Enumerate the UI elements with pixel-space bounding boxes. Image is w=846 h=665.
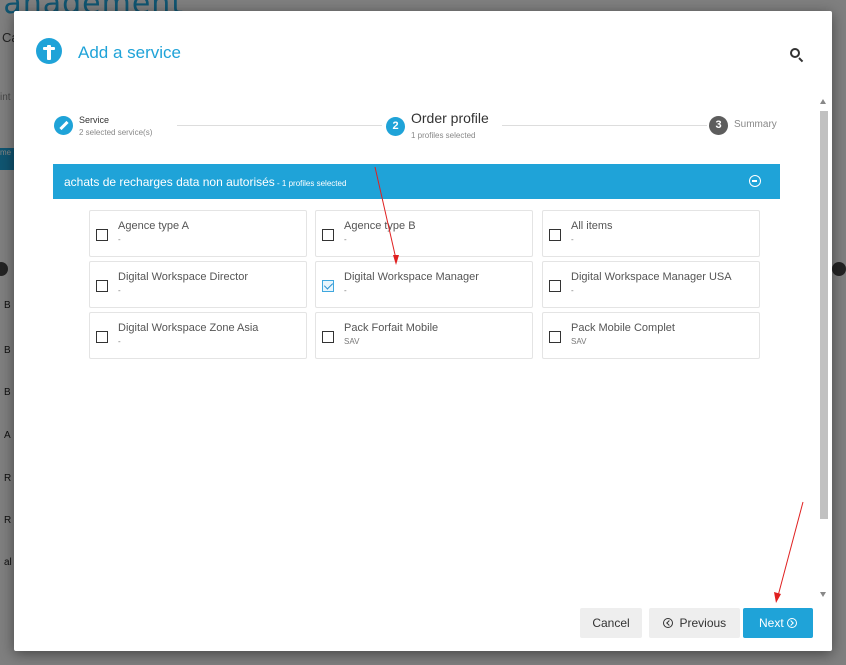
profile-group-header[interactable]: achats de recharges data non autorisés -… [53, 164, 780, 199]
stepper-connector [177, 125, 382, 126]
profile-subtitle: - [571, 286, 574, 295]
step-title: Summary [734, 119, 777, 130]
stepper-connector [502, 125, 707, 126]
step-number: 3 [709, 116, 728, 135]
add-service-modal: Add a service Service 2 selected service… [14, 11, 832, 651]
step-number: 2 [386, 117, 405, 136]
group-selected-count: - 1 profiles selected [274, 179, 347, 188]
app-logo-icon [36, 38, 62, 64]
profile-checkbox[interactable] [322, 331, 334, 343]
profile-name: Digital Workspace Manager USA [571, 271, 732, 283]
profile-name: Agence type B [344, 220, 416, 232]
next-circle-icon [787, 618, 798, 628]
profile-checkbox[interactable] [96, 331, 108, 343]
previous-label: Previous [679, 616, 727, 630]
step-done-icon [54, 116, 73, 135]
profile-subtitle: SAV [571, 337, 587, 346]
cancel-label: Cancel [592, 616, 630, 630]
profile-name: Pack Mobile Complet [571, 322, 675, 334]
profile-name: Digital Workspace Director [118, 271, 249, 283]
profile-name: Pack Forfait Mobile [344, 322, 439, 334]
profile-card[interactable]: Digital Workspace Director - [89, 261, 307, 308]
profile-subtitle: - [344, 286, 347, 295]
profile-name: All items [571, 220, 613, 232]
scroll-up-arrow-icon[interactable] [820, 99, 826, 104]
profile-card[interactable]: All items - [542, 210, 760, 257]
profile-card[interactable]: Digital Workspace Manager - [315, 261, 533, 308]
profile-checkbox[interactable] [96, 229, 108, 241]
next-label: Next [758, 616, 784, 630]
modal-title: Add a service [78, 43, 181, 62]
profile-card[interactable]: Agence type B - [315, 210, 533, 257]
group-title: achats de recharges data non autorisés [64, 175, 275, 189]
search-icon[interactable] [790, 48, 804, 63]
profile-card[interactable]: Pack Forfait Mobile SAV [315, 312, 533, 359]
step-subtitle: 2 selected service(s) [79, 128, 153, 137]
step-title: Service [79, 115, 110, 125]
profile-card[interactable]: Digital Workspace Manager USA - [542, 261, 760, 308]
profile-card[interactable]: Pack Mobile Complet SAV [542, 312, 760, 359]
profile-subtitle: SAV [344, 337, 360, 346]
previous-circle-icon [662, 618, 673, 628]
next-button[interactable]: Next [743, 608, 813, 638]
profile-name: Digital Workspace Zone Asia [118, 322, 259, 334]
profile-name: Digital Workspace Manager [344, 271, 479, 283]
profile-card[interactable]: Digital Workspace Zone Asia - [89, 312, 307, 359]
profile-checkbox[interactable] [96, 280, 108, 292]
profile-checkbox[interactable] [322, 280, 334, 292]
profile-subtitle: - [571, 235, 574, 244]
profile-checkbox[interactable] [549, 331, 561, 343]
modal-scrollbar[interactable] [817, 97, 829, 599]
profile-subtitle: - [344, 235, 347, 244]
profile-subtitle: - [118, 286, 121, 295]
step-subtitle: 1 profiles selected [411, 131, 476, 140]
profile-checkbox[interactable] [322, 229, 334, 241]
profile-card[interactable]: Agence type A - [89, 210, 307, 257]
scrollbar-thumb[interactable] [820, 111, 828, 519]
profile-subtitle: - [118, 235, 121, 244]
profile-name: Agence type A [118, 220, 189, 232]
profile-checkbox[interactable] [549, 229, 561, 241]
cancel-button[interactable]: Cancel [580, 608, 642, 638]
profile-checkbox[interactable] [549, 280, 561, 292]
step-title: Order profile [411, 110, 489, 126]
previous-button[interactable]: Previous [649, 608, 740, 638]
scroll-down-arrow-icon[interactable] [820, 592, 826, 597]
collapse-circle-icon[interactable] [749, 175, 761, 187]
profile-subtitle: - [118, 337, 121, 346]
